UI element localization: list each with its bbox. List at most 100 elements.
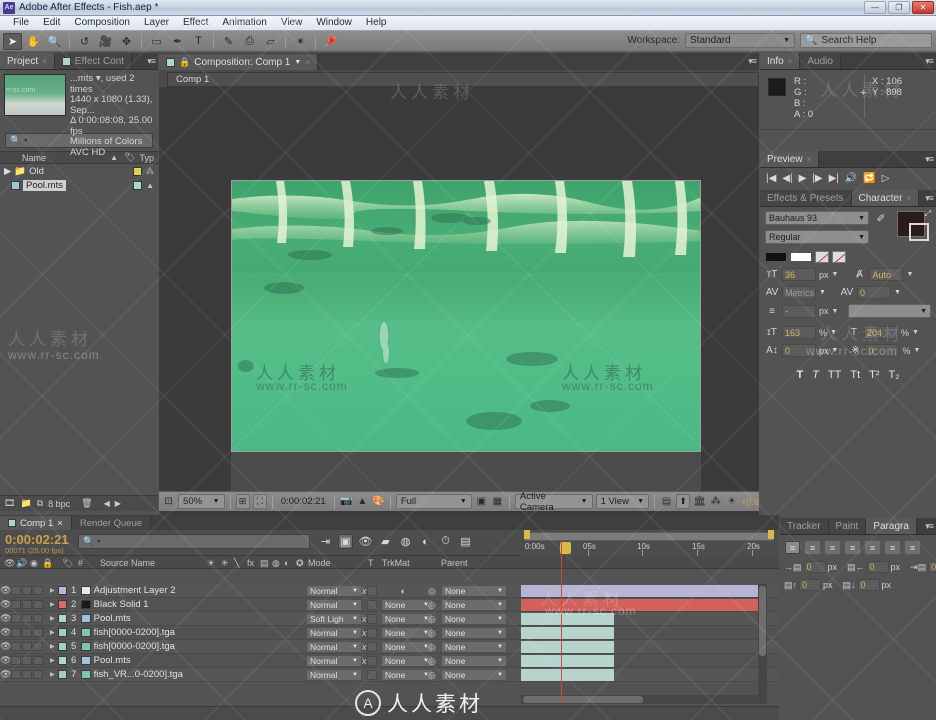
flowchart-view-icon[interactable]: ⁂ — [709, 494, 722, 509]
tracking-value[interactable]: 0 — [856, 286, 891, 299]
layer-track-matte-toggle[interactable] — [367, 614, 377, 624]
layer-track-area[interactable] — [521, 654, 767, 668]
layer-visibility-icon[interactable]: 👁 — [0, 585, 11, 596]
eyedropper-icon[interactable]: ✐ — [873, 211, 889, 225]
layer-mode-dropdown[interactable]: Normal ▼ — [306, 585, 362, 597]
parent-pickwhip-icon[interactable]: ◎ — [428, 670, 436, 681]
stroke-width-field[interactable]: ≡ - px ▼ — [765, 304, 839, 318]
timeline-horizontal-scrollbar[interactable] — [521, 695, 767, 704]
composition-mini-flowchart-icon[interactable]: ⇥ — [318, 534, 333, 549]
subscript-button[interactable]: T₂ — [889, 369, 900, 381]
close-icon[interactable]: × — [788, 57, 793, 66]
bit-depth-label[interactable]: 8 bpc — [48, 499, 70, 509]
indent-left-field[interactable]: →▤ 0 px — [784, 561, 837, 573]
stroke-type-dropdown[interactable]: ▼ — [848, 304, 931, 318]
layer-track-area[interactable] — [521, 640, 767, 654]
layer-lock-toggle[interactable] — [33, 586, 43, 595]
layer-parent-dropdown[interactable]: None ▼ — [441, 599, 507, 611]
layer-label-color[interactable] — [57, 614, 67, 623]
delete-icon[interactable]: 🗑 — [81, 498, 92, 509]
scrollbar-thumb[interactable] — [523, 696, 643, 703]
layer-trkmat-dropdown[interactable]: None ▼ — [381, 613, 433, 625]
comp-flowchart-icon[interactable]: 🏛 — [693, 494, 706, 509]
timeline-icon[interactable]: ⬆ — [676, 494, 691, 509]
indent-first-value[interactable]: 0 — [928, 561, 936, 573]
layer-visibility-icon[interactable]: 👁 — [0, 641, 11, 652]
layer-visibility-icon[interactable]: 👁 — [0, 613, 11, 624]
layer-track-matte-toggle[interactable] — [367, 628, 377, 638]
layer-trkmat-dropdown[interactable]: None ▼ — [381, 655, 433, 667]
chevron-down-icon[interactable]: ▼ — [912, 329, 919, 336]
col-parent[interactable]: Parent — [441, 558, 468, 568]
layer-audio-toggle[interactable] — [11, 670, 21, 679]
search-help-input[interactable]: 🔍 Search Help — [800, 33, 932, 48]
panel-menu-icon[interactable]: ▾≡ — [925, 193, 934, 204]
transparency-grid-icon[interactable]: ▦ — [491, 494, 504, 509]
loop-icon[interactable]: 🔁 — [863, 173, 875, 184]
indent-right-value[interactable]: 0 — [866, 561, 889, 573]
layer-mode-dropdown[interactable]: Normal ▼ — [306, 669, 362, 681]
playhead-line[interactable] — [561, 541, 562, 702]
roto-brush-tool-icon[interactable]: ✴ — [291, 33, 310, 50]
layer-parent-dropdown[interactable]: None ▼ — [441, 585, 507, 597]
chevron-down-icon[interactable]: ▼ — [294, 59, 301, 66]
chevron-down-icon[interactable]: ▼ — [832, 308, 839, 315]
table-row[interactable]: 👁▶4fish[0000-0200].tga☀╱fxNormal▼None▼◎N… — [0, 626, 779, 640]
tab-effect-controls[interactable]: Effect Cont — [54, 53, 133, 69]
work-area-bar[interactable] — [524, 532, 774, 541]
layer-label-color[interactable] — [57, 586, 67, 595]
next-icon[interactable]: ▶ — [115, 499, 121, 508]
layer-track-matte-toggle[interactable] — [367, 642, 377, 652]
layer-visibility-icon[interactable]: 👁 — [0, 669, 11, 680]
tab-paint[interactable]: Paint — [828, 518, 867, 534]
layer-duration-bar[interactable] — [521, 669, 614, 681]
table-row[interactable]: 👁▶6Pool.mts☀╱fxNormal▼None▼◎None▼ — [0, 654, 779, 668]
first-frame-icon[interactable]: |◀ — [766, 173, 776, 184]
panel-menu-icon[interactable]: ▾≡ — [748, 56, 757, 67]
layer-audio-toggle[interactable] — [11, 628, 21, 637]
faux-bold-button[interactable]: T — [796, 369, 803, 381]
work-area-start-handle[interactable] — [524, 530, 530, 539]
parent-pickwhip-icon[interactable]: ◎ — [428, 642, 436, 653]
prev-icon[interactable]: ◀ — [104, 499, 110, 508]
panel-menu-icon[interactable]: ▾≡ — [147, 56, 156, 67]
leading-value[interactable]: Auto — [869, 268, 904, 281]
switch-adjustment-icon[interactable]: ◐ — [401, 586, 406, 596]
panel-menu-icon[interactable]: ▾≡ — [925, 56, 934, 67]
parent-pickwhip-icon[interactable]: ◎ — [428, 614, 436, 625]
tab-comp1-timeline[interactable]: Comp 1 × — [0, 516, 72, 530]
chevron-down-icon[interactable]: ▼ — [819, 289, 826, 296]
layer-duration-bar[interactable] — [521, 655, 614, 667]
justify-last-left-icon[interactable]: ≡ — [844, 540, 861, 555]
tab-info[interactable]: Info × — [760, 53, 801, 69]
expand-triangle-icon[interactable]: ▶ — [50, 629, 55, 636]
new-folder-icon[interactable]: 📁 — [20, 498, 31, 509]
lock-icon[interactable]: 🔒 — [179, 57, 190, 68]
layer-parent-dropdown[interactable]: None ▼ — [441, 627, 507, 639]
layer-lock-toggle[interactable] — [33, 628, 43, 637]
timeline-search-input[interactable]: 🔍 ▾ — [78, 534, 310, 549]
layer-lock-toggle[interactable] — [33, 656, 43, 665]
layer-duration-bar[interactable] — [521, 641, 614, 653]
brainstorm-icon[interactable]: ▤ — [458, 534, 473, 549]
chevron-down-icon[interactable]: ▼ — [913, 347, 920, 354]
layer-track-matte-toggle[interactable] — [367, 600, 377, 610]
layer-trkmat-dropdown[interactable]: None ▼ — [381, 641, 433, 653]
show-snapshot-icon[interactable]: ▲ — [356, 494, 369, 509]
zoom-level-dropdown[interactable]: 50% ▼ — [178, 494, 225, 509]
graph-editor-icon[interactable]: ◐ — [418, 534, 433, 549]
layer-trkmat-dropdown[interactable]: None ▼ — [381, 599, 433, 611]
parent-pickwhip-icon[interactable]: ◎ — [428, 600, 436, 611]
layer-parent-dropdown[interactable]: None ▼ — [441, 655, 507, 667]
no-fill-swatch[interactable] — [765, 252, 787, 262]
pen-tool-icon[interactable]: ✒ — [168, 33, 187, 50]
space-before-value[interactable]: 0 — [799, 579, 822, 591]
type-tool-icon[interactable]: T — [189, 33, 208, 50]
panel-menu-icon[interactable]: ▾≡ — [925, 521, 934, 532]
minimize-button[interactable]: — — [864, 1, 886, 14]
exposure-value[interactable]: +0.0 — [741, 497, 759, 507]
auto-keyframe-icon[interactable]: ⏱ — [438, 534, 453, 549]
leading-field[interactable]: Ⱥ Auto ▼ — [852, 268, 913, 281]
align-right-icon[interactable]: ≡ — [824, 540, 841, 555]
maximize-button[interactable]: ❐ — [888, 1, 910, 14]
